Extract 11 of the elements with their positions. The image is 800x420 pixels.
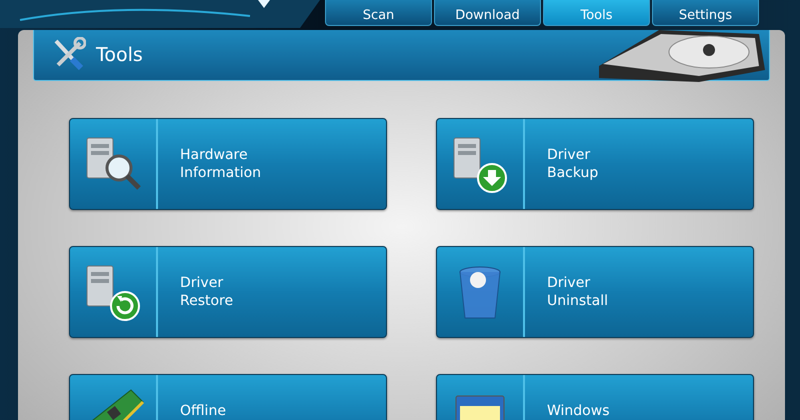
- tab[interactable]: Scan: [325, 0, 432, 26]
- tab[interactable]: Tools: [543, 0, 650, 26]
- tool-button[interactable]: Driver Backup: [436, 118, 754, 210]
- tool-button[interactable]: Driver Restore: [69, 246, 387, 338]
- tool-button[interactable]: Driver Uninstall: [436, 246, 754, 338]
- tool-button[interactable]: Windows: [436, 374, 754, 420]
- tool-button[interactable]: Hardware Information: [69, 118, 387, 210]
- tool-button[interactable]: Offline: [69, 374, 387, 420]
- panel-title: Tools: [96, 44, 143, 66]
- tab[interactable]: Download: [434, 0, 541, 26]
- tab[interactable]: Settings: [652, 0, 759, 26]
